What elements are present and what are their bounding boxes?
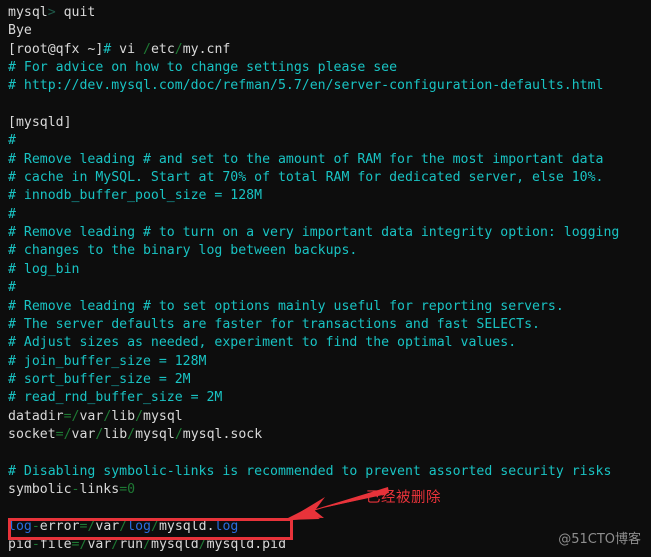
text-segment: [mysqld]: [8, 115, 72, 131]
line-blank-2: [8, 444, 648, 462]
text-segment: mysql: [143, 408, 183, 424]
text-segment: file: [39, 536, 72, 552]
text-segment: =: [119, 481, 128, 497]
text-segment: # Remove leading # and set to the amount…: [8, 151, 604, 167]
text-segment: # sort_buffer_size = 2M: [8, 371, 191, 387]
text-segment: etc: [150, 41, 175, 57]
text-segment: mysql: [8, 5, 48, 20]
line-pid-file: pid-file=/var/run/mysqld/mysqld.pid: [8, 536, 648, 554]
text-segment: -: [31, 518, 40, 534]
text-segment: #: [8, 280, 16, 296]
text-segment: var: [71, 426, 96, 442]
line-comment-url: # http://dev.mysql.com/doc/refman/5.7/en…: [8, 77, 648, 95]
text-segment: =: [55, 426, 64, 442]
line-comment-reporting-1: # Remove leading # to set options mainly…: [8, 298, 648, 316]
text-segment: # log_bin: [8, 261, 80, 277]
line-comment-innodb: # innodb_buffer_pool_size = 128M: [8, 187, 648, 205]
text-segment: /: [198, 536, 207, 552]
line-comment-readrnd: # read_rnd_buffer_size = 2M: [8, 389, 648, 407]
line-section-mysqld: [mysqld]: [8, 114, 648, 132]
text-segment: /: [151, 518, 159, 534]
text-segment: mysql: [135, 426, 175, 442]
line-comment-binlog-2: # changes to the binary log between back…: [8, 242, 648, 260]
text-segment: #: [8, 133, 16, 149]
line-hash-1: #: [8, 132, 648, 150]
text-segment: log: [214, 518, 239, 534]
line-comment-symlinks: # Disabling symbolic-links is recommende…: [8, 463, 648, 481]
text-segment: lib: [111, 408, 136, 424]
text-segment: # For advice on how to change settings p…: [8, 60, 398, 76]
text-segment: mysqld: [151, 536, 199, 552]
text-segment: # cache in MySQL. Start at 70% of total …: [8, 170, 604, 186]
line-shell-prompt: [root@qfx ~]# vi /etc/my.cnf: [8, 41, 648, 59]
line-log-error: log-error=/var/log/mysqld.log: [8, 518, 648, 536]
text-segment: /: [174, 41, 183, 57]
text-segment: log: [127, 518, 151, 534]
line-socket: socket=/var/lib/mysql/mysql.sock: [8, 426, 648, 444]
text-segment: Bye: [8, 23, 32, 39]
text-segment: =: [63, 408, 72, 424]
line-hash-3: #: [8, 279, 648, 297]
text-segment: =: [71, 536, 80, 552]
line-comment-logbin: # log_bin: [8, 261, 648, 279]
line-hash-2: #: [8, 206, 648, 224]
line-datadir: datadir=/var/lib/mysql: [8, 408, 648, 426]
text-segment: run: [119, 536, 144, 552]
line-comment-sort: # sort_buffer_size = 2M: [8, 371, 648, 389]
text-segment: /: [143, 536, 152, 552]
terminal-output: mysql> quit Bye [root@qfx ~]# vi /etc/my.c…: [8, 4, 648, 554]
line-comment-adjust: # Adjust sizes as needed, experiment to …: [8, 334, 648, 352]
line-symbolic-links: symbolic-links=0: [8, 481, 648, 499]
line-comment-join: # join_buffer_size = 128M: [8, 353, 648, 371]
text-segment: pid: [8, 536, 32, 552]
line-mysql-prompt: mysql> quit: [8, 4, 648, 22]
text-segment: [root@qfx ~]: [8, 41, 104, 57]
text-segment: 0: [127, 481, 136, 497]
text-segment: # Adjust sizes as needed, experiment to …: [8, 335, 517, 351]
text-segment: >: [47, 5, 56, 20]
line-comment-binlog-1: # Remove leading # to turn on a very imp…: [8, 224, 648, 242]
text-segment: # Disabling symbolic-links is recommende…: [8, 463, 612, 479]
text-segment: log: [8, 518, 32, 534]
text-segment: mysql.sock: [182, 426, 263, 442]
text-segment: # The server defaults are faster for tra…: [8, 316, 540, 332]
text-segment: mysqld.pid: [206, 536, 287, 552]
text-segment: quit: [55, 5, 96, 20]
text-segment: #: [8, 206, 16, 222]
text-segment: /: [119, 518, 128, 534]
line-comment-advice: # For advice on how to change settings p…: [8, 59, 648, 77]
text-segment: /: [174, 426, 183, 442]
text-segment: var: [95, 518, 120, 534]
text-segment: # join_buffer_size = 128M: [8, 353, 207, 369]
text-segment: /: [143, 41, 151, 57]
text-segment: /: [63, 426, 72, 442]
text-segment: # Remove leading # to turn on a very imp…: [8, 225, 620, 241]
text-segment: # read_rnd_buffer_size = 2M: [8, 390, 223, 406]
text-segment: vi: [111, 41, 143, 57]
text-segment: links: [79, 481, 120, 497]
text-segment: error: [39, 518, 80, 534]
text-segment: lib: [103, 426, 128, 442]
text-segment: mysqld.: [158, 518, 215, 534]
text-segment: # changes to the binary log between back…: [8, 243, 358, 259]
text-segment: # Remove leading # to set options mainly…: [8, 298, 564, 314]
line-blank-3: [8, 499, 648, 517]
text-segment: my.cnf: [182, 41, 231, 57]
line-comment-reporting-2: # The server defaults are faster for tra…: [8, 316, 648, 334]
line-bye: Bye: [8, 22, 648, 40]
text-segment: datadir: [8, 408, 64, 424]
line-comment-ram-1: # Remove leading # and set to the amount…: [8, 151, 648, 169]
text-segment: # http://dev.mysql.com/doc/refman/5.7/en…: [8, 78, 604, 94]
text-segment: # innodb_buffer_pool_size = 128M: [8, 188, 263, 204]
terminal-window[interactable]: mysql> quit Bye [root@qfx ~]# vi /etc/my.c…: [0, 0, 651, 557]
text-segment: var: [87, 536, 112, 552]
text-segment: /: [135, 408, 144, 424]
line-blank-1: [8, 96, 648, 114]
text-segment: socket: [8, 426, 56, 442]
line-comment-ram-2: # cache in MySQL. Start at 70% of total …: [8, 169, 648, 187]
text-segment: -: [31, 536, 40, 552]
text-segment: /: [127, 426, 136, 442]
text-segment: var: [79, 408, 104, 424]
text-segment: symbolic: [8, 481, 72, 497]
